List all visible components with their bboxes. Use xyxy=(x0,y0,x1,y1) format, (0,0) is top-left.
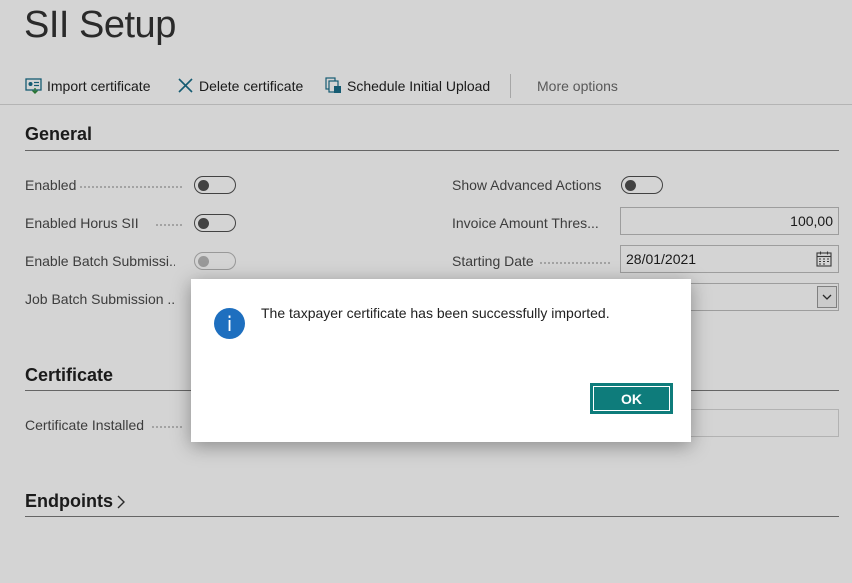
dialog-message: The taxpayer certificate has been succes… xyxy=(261,305,610,321)
ok-button[interactable]: OK xyxy=(590,383,673,414)
message-dialog: i The taxpayer certificate has been succ… xyxy=(191,279,691,442)
info-icon: i xyxy=(214,308,245,339)
